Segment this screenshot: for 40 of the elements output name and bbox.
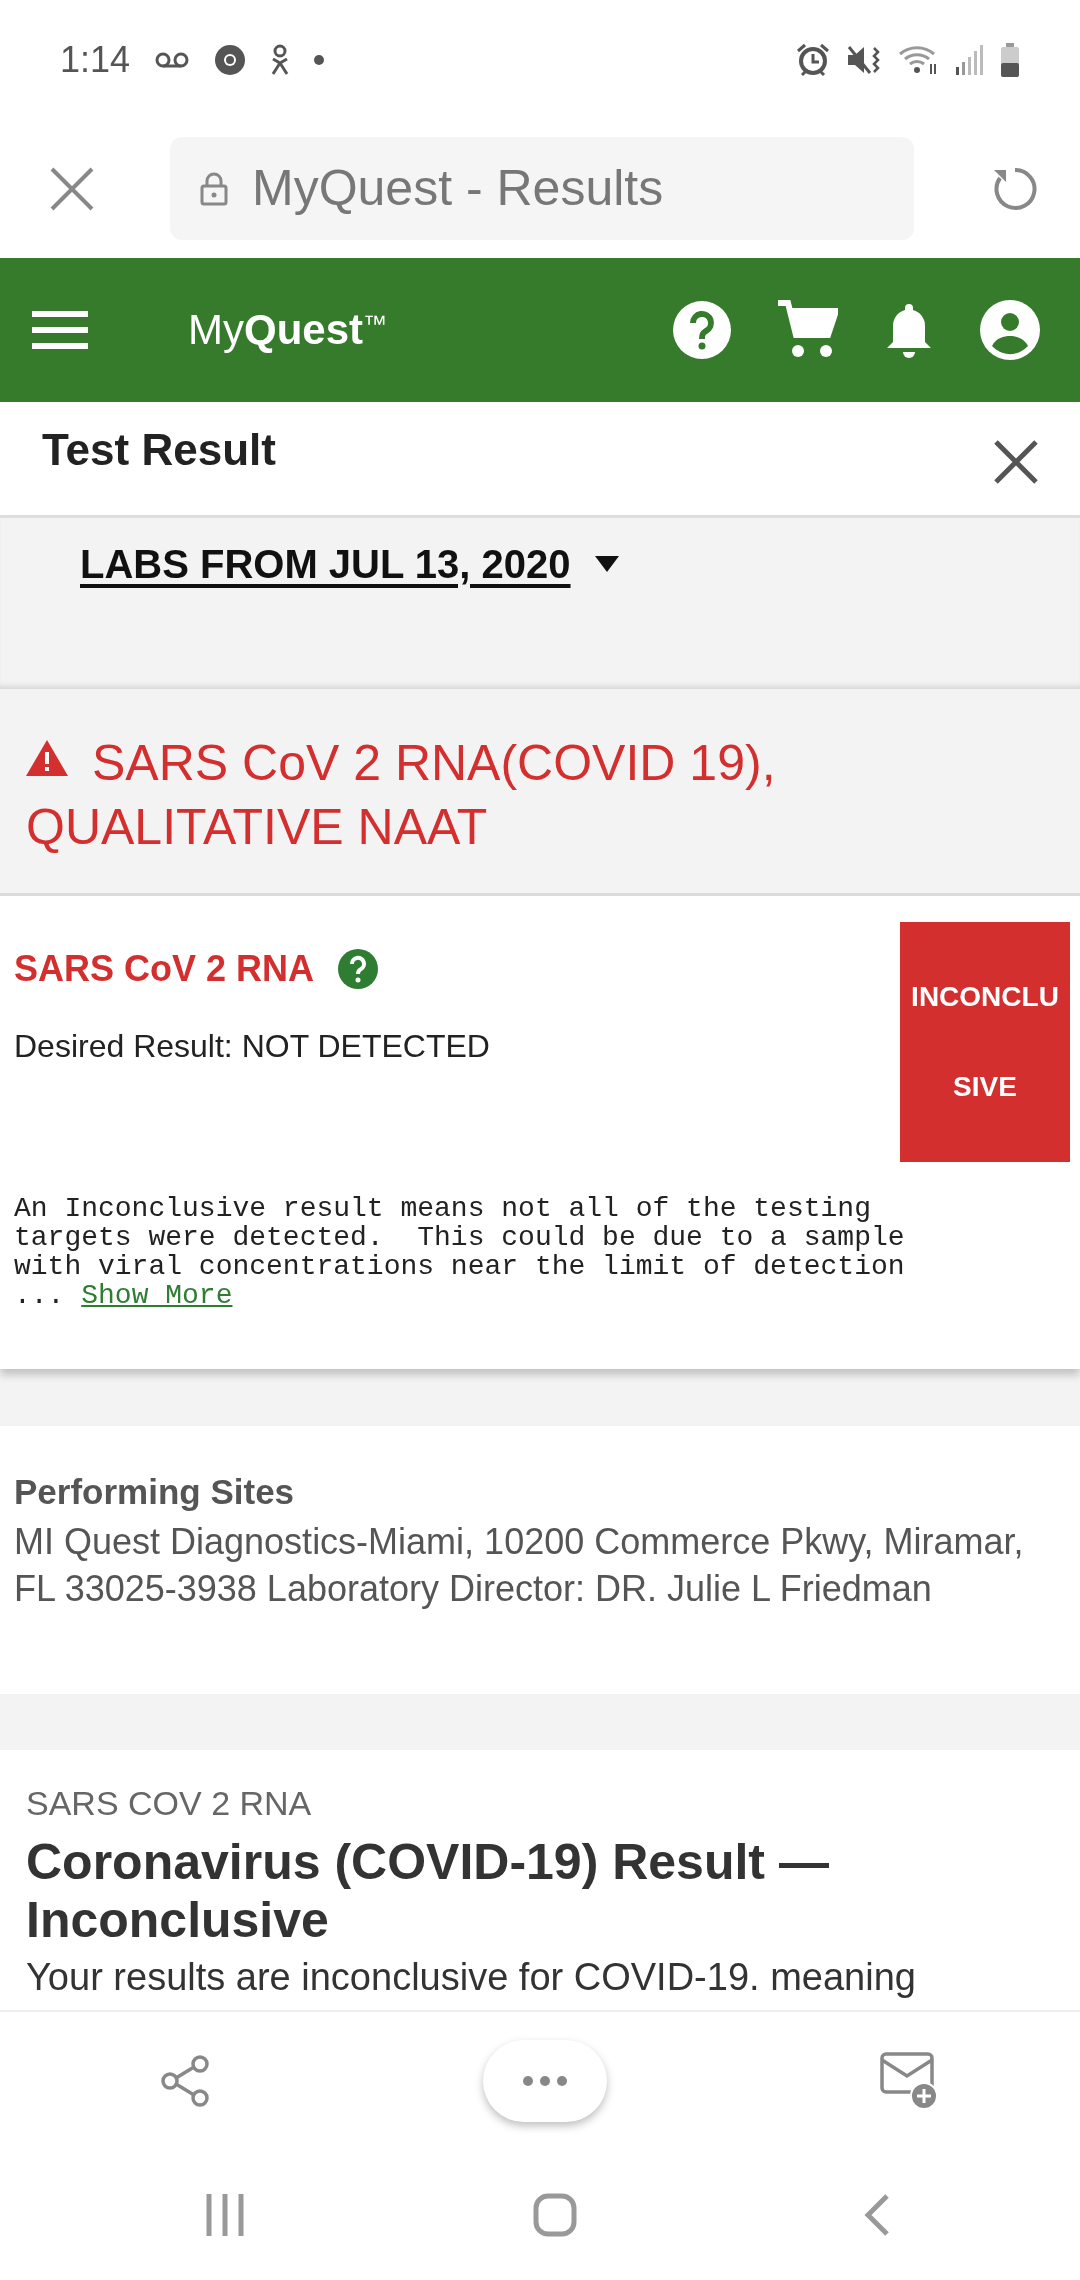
article-heading: Coronavirus (COVID-19) Result — Inconclusive bbox=[26, 1833, 830, 1950]
article-body: Your results are inconclusive for COVID-19. meaning bbox=[26, 1955, 917, 2000]
help-icon[interactable] bbox=[672, 299, 732, 360]
article-eyebrow: SARS COV 2 RNA bbox=[26, 1783, 313, 1825]
notification-dot-icon bbox=[314, 54, 325, 65]
share-icon[interactable] bbox=[160, 2054, 210, 2109]
badge-label: SIVE bbox=[953, 1070, 1017, 1105]
test-title: SARS CoV 2 RNA(COVID 19), QUALITATIVE NAAT bbox=[26, 734, 777, 858]
result-note: An Inconclusive result means not all of the testing targets were detected. This could be due to a sample with viral concentrations near the limit of detection ... Show More bbox=[14, 1194, 906, 1311]
recent-apps-icon[interactable] bbox=[205, 2194, 245, 2237]
mute-icon bbox=[846, 43, 882, 76]
show-more-link[interactable]: Show More bbox=[81, 1280, 233, 1312]
performing-site-text: MI Quest Diagnostics-Miami, 10200 Commerce Pkwy, Miramar, FL 33025-3938 Laboratory Director: DR. Julie L Friedman bbox=[14, 1520, 1025, 1612]
menu-icon[interactable] bbox=[32, 309, 88, 350]
status-time: 1:14 bbox=[60, 37, 131, 82]
battery-icon bbox=[1000, 42, 1020, 77]
address-bar[interactable]: MyQuest - Results bbox=[170, 137, 914, 241]
back-icon[interactable] bbox=[864, 2194, 890, 2237]
badge-label: INCONCLU bbox=[911, 980, 1059, 1015]
stick-figure-icon bbox=[270, 43, 291, 76]
caret-icon[interactable] bbox=[594, 555, 619, 572]
ellipsis-icon bbox=[523, 2076, 567, 2087]
warning-icon bbox=[26, 740, 68, 777]
page-title: Test Result bbox=[42, 423, 276, 476]
desired-result: Desired Result: NOT DETECTED bbox=[14, 1027, 490, 1067]
cart-icon[interactable] bbox=[778, 299, 838, 360]
alarm-icon bbox=[796, 42, 830, 77]
labs-date-dropdown[interactable]: LABS FROM JUL 13, 2020 bbox=[80, 533, 571, 594]
home-icon[interactable] bbox=[532, 2193, 577, 2238]
help-icon[interactable] bbox=[338, 949, 379, 990]
browser-app-icon bbox=[214, 43, 247, 76]
more-button[interactable] bbox=[483, 2040, 607, 2123]
account-icon[interactable] bbox=[980, 299, 1040, 360]
voicemail-icon bbox=[154, 50, 191, 69]
signal-icon bbox=[956, 44, 984, 75]
result-name: SARS CoV 2 RNA bbox=[14, 947, 315, 992]
close-icon[interactable] bbox=[50, 166, 94, 211]
close-icon[interactable] bbox=[994, 439, 1038, 484]
logo[interactable]: MyQuest$^{™}$ bbox=[188, 298, 388, 362]
section-heading: Performing Sites bbox=[14, 1470, 296, 1513]
